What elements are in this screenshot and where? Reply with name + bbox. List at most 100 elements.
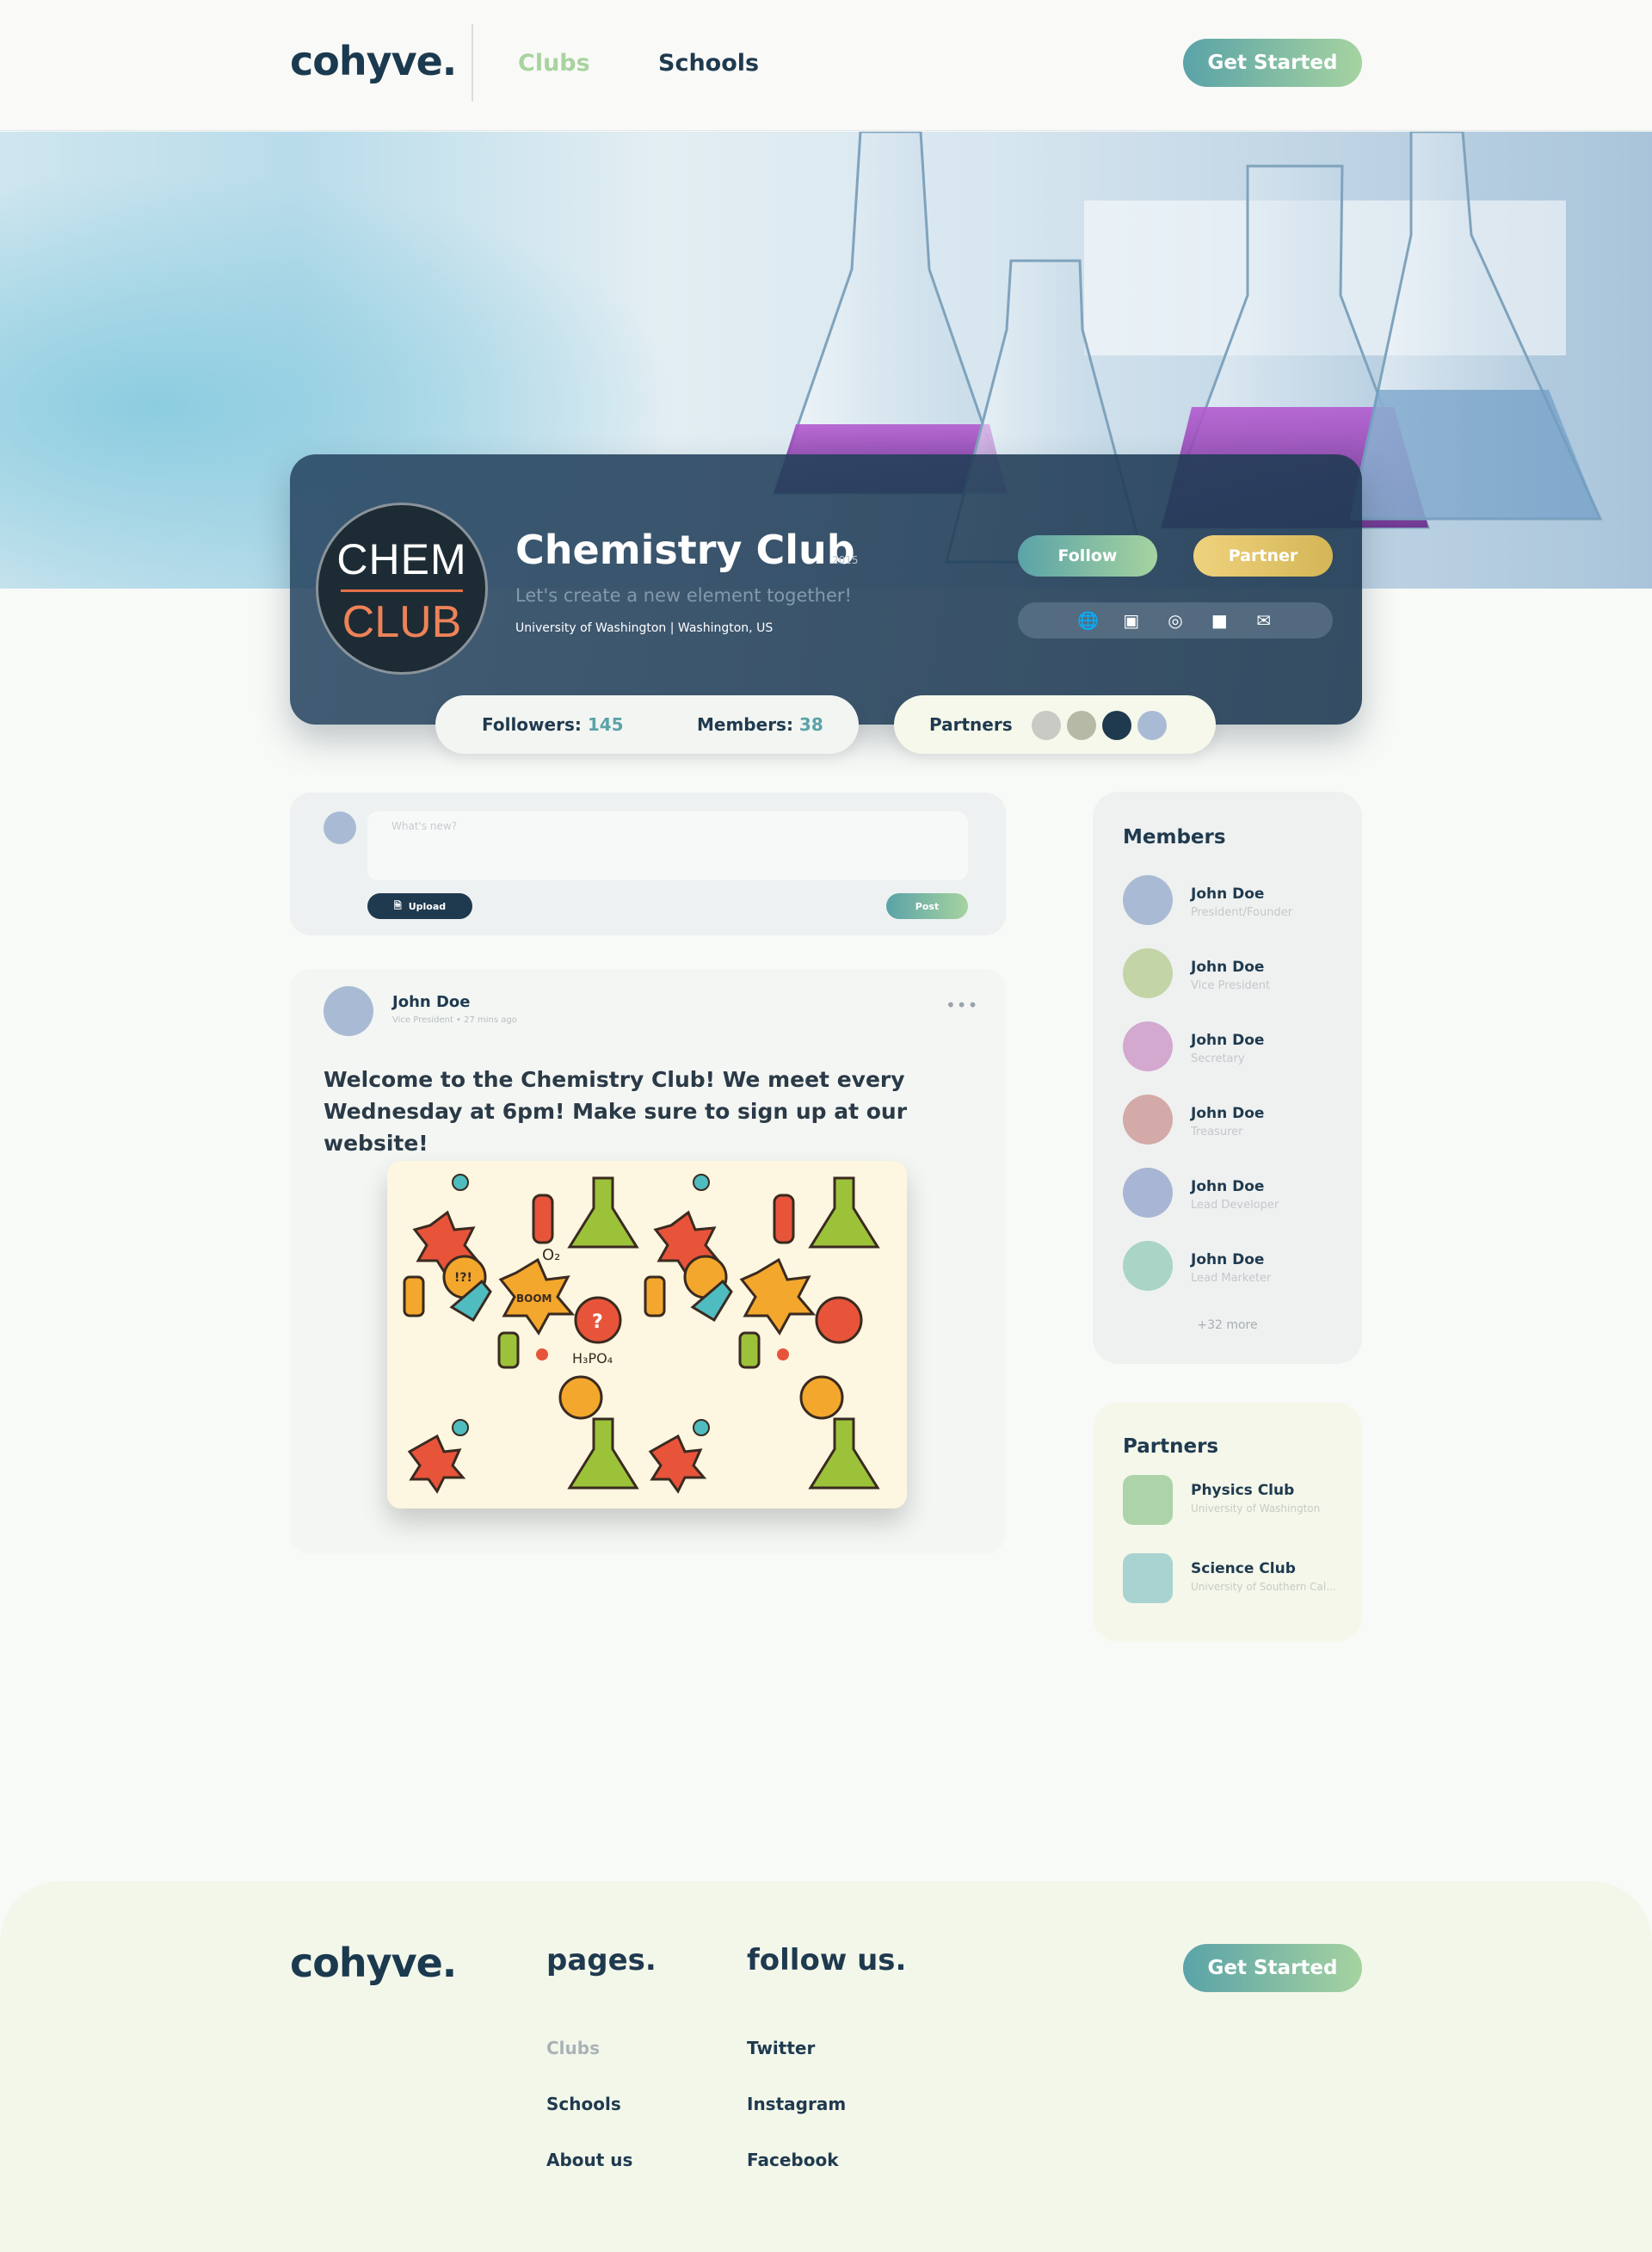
members-count: 38 (798, 714, 823, 735)
member-name: John Doe (1191, 1032, 1265, 1049)
partner-item[interactable]: Physics Club University of Washington (1123, 1475, 1347, 1527)
club-logo: CHEM CLUB (316, 503, 488, 675)
mail-icon[interactable]: ✉ (1254, 610, 1273, 631)
image-label-h3po4: H₃PO₄ (572, 1350, 613, 1367)
globe-icon[interactable]: 🌐 (1077, 610, 1099, 631)
members-title: Members (1123, 826, 1226, 848)
footer-link-facebook[interactable]: Facebook (747, 2150, 839, 2170)
followers-count: 145 (587, 714, 624, 735)
partner-logo (1123, 1553, 1173, 1603)
nav-link-clubs[interactable]: Clubs (518, 50, 590, 77)
club-partners-pill: Partners (894, 695, 1216, 754)
member-role: Lead Developer (1191, 1199, 1279, 1212)
club-tagline: Let's create a new element together! (515, 585, 852, 606)
image-label-boom: BOOM (516, 1293, 552, 1305)
upload-label: Upload (408, 900, 447, 912)
partner-avatar[interactable] (1067, 711, 1096, 740)
members-sidebar: Members John Doe President/Founder John … (1093, 792, 1362, 1364)
post-button[interactable]: Post (886, 893, 968, 919)
club-year: 2015 (832, 554, 859, 566)
club-logo-divider (341, 589, 463, 592)
avatar (1123, 1021, 1173, 1071)
avatar (1123, 1241, 1173, 1291)
member-name: John Doe (1191, 1105, 1265, 1122)
footer-link-clubs[interactable]: Clubs (546, 2038, 600, 2058)
member-name: John Doe (1191, 1178, 1265, 1195)
followers-label: Followers: (482, 714, 582, 735)
footer-follow-title: follow us. (747, 1943, 907, 1977)
image-label-question-exclaim: !?! (454, 1271, 472, 1285)
club-name: Chemistry Club (515, 527, 855, 573)
club-profile-card: CHEM CLUB Chemistry Club 2015 Let's crea… (290, 454, 1362, 725)
whats-new-input[interactable]: What's new? (367, 811, 968, 880)
footer-get-started-button[interactable]: Get Started (1183, 1944, 1362, 1992)
member-name: John Doe (1191, 1251, 1265, 1268)
partner-button[interactable]: Partner (1193, 535, 1333, 577)
members-stat[interactable]: Members: 38 (697, 714, 823, 735)
partner-avatar[interactable] (1102, 711, 1131, 740)
post-meta: Vice President • 27 mins ago (392, 1015, 517, 1025)
brand-logo[interactable]: cohyve. (290, 38, 457, 84)
partners-sidebar: Partners Physics Club University of Wash… (1093, 1403, 1362, 1642)
member-item[interactable]: John Doe Lead Developer (1123, 1168, 1347, 1219)
member-item[interactable]: John Doe Vice President (1123, 948, 1347, 1000)
nav-link-schools[interactable]: Schools (658, 50, 759, 77)
file-icon: 🗎 (393, 899, 402, 911)
member-item[interactable]: John Doe Secretary (1123, 1021, 1347, 1073)
avatar[interactable] (324, 986, 373, 1036)
site-footer: cohyve. pages. Clubs Schools About us fo… (0, 1881, 1652, 2252)
members-label: Members: (697, 714, 793, 735)
facebook-icon[interactable]: ■ (1210, 610, 1229, 631)
member-role: Lead Marketer (1191, 1272, 1272, 1285)
more-options-icon[interactable]: ••• (946, 995, 978, 1015)
footer-link-instagram[interactable]: Instagram (747, 2094, 846, 2114)
post-image[interactable]: O₂ H₃PO₄ BOOM !?! ? (387, 1161, 907, 1509)
partner-avatar[interactable] (1032, 711, 1061, 740)
member-item[interactable]: John Doe Lead Marketer (1123, 1241, 1347, 1293)
followers-stat[interactable]: Followers: 145 (482, 714, 624, 735)
avatar (1123, 1168, 1173, 1218)
upload-button[interactable]: 🗎 Upload (367, 893, 472, 919)
partners-title: Partners (1123, 1435, 1219, 1458)
nav-divider (472, 24, 473, 102)
member-item[interactable]: John Doe Treasurer (1123, 1095, 1347, 1146)
footer-link-schools[interactable]: Schools (546, 2094, 621, 2114)
image-label-question: ? (592, 1311, 603, 1333)
club-logo-top: CHEM (336, 535, 467, 583)
partner-logo (1123, 1475, 1173, 1525)
partner-item[interactable]: Science Club University of Southern Cali… (1123, 1553, 1347, 1605)
feed-post: John Doe Vice President • 27 mins ago ••… (290, 969, 1006, 1554)
follow-button[interactable]: Follow (1018, 535, 1157, 577)
footer-link-twitter[interactable]: Twitter (747, 2038, 815, 2058)
avatar (1123, 875, 1173, 925)
partner-avatar[interactable] (1137, 711, 1167, 740)
partners-label: Partners (929, 714, 1013, 735)
top-nav: cohyve. Clubs Schools Get Started (0, 0, 1652, 131)
club-logo-bottom: CLUB (342, 597, 462, 647)
member-name: John Doe (1191, 885, 1265, 903)
partner-name: Physics Club (1191, 1482, 1295, 1499)
post-author[interactable]: John Doe (392, 993, 470, 1011)
more-members-link[interactable]: +32 more (1093, 1318, 1362, 1332)
partner-school: University of Southern California (1191, 1581, 1337, 1593)
image-label-o2: O₂ (542, 1246, 560, 1264)
twitter-icon[interactable]: ▣ (1122, 610, 1141, 631)
post-text: Welcome to the Chemistry Club! We meet e… (324, 1067, 908, 1156)
partner-name: Science Club (1191, 1560, 1296, 1577)
member-role: Vice President (1191, 979, 1271, 992)
footer-logo[interactable]: cohyve. (290, 1940, 457, 1986)
footer-link-about[interactable]: About us (546, 2150, 632, 2170)
member-role: President/Founder (1191, 906, 1293, 919)
get-started-button[interactable]: Get Started (1183, 39, 1362, 87)
partner-school: University of Washington (1191, 1502, 1321, 1515)
club-stats: Followers: 145 Members: 38 (435, 695, 859, 754)
member-role: Treasurer (1191, 1126, 1243, 1138)
avatar (1123, 1095, 1173, 1145)
social-links-bar: 🌐 ▣ ◎ ■ ✉ (1018, 602, 1333, 639)
instagram-icon[interactable]: ◎ (1166, 610, 1185, 631)
chemistry-doodle-pattern: O₂ H₃PO₄ BOOM !?! ? (387, 1161, 907, 1509)
member-item[interactable]: John Doe President/Founder (1123, 875, 1347, 927)
member-role: Secretary (1191, 1052, 1245, 1065)
member-name: John Doe (1191, 959, 1265, 976)
footer-pages-title: pages. (546, 1943, 656, 1977)
